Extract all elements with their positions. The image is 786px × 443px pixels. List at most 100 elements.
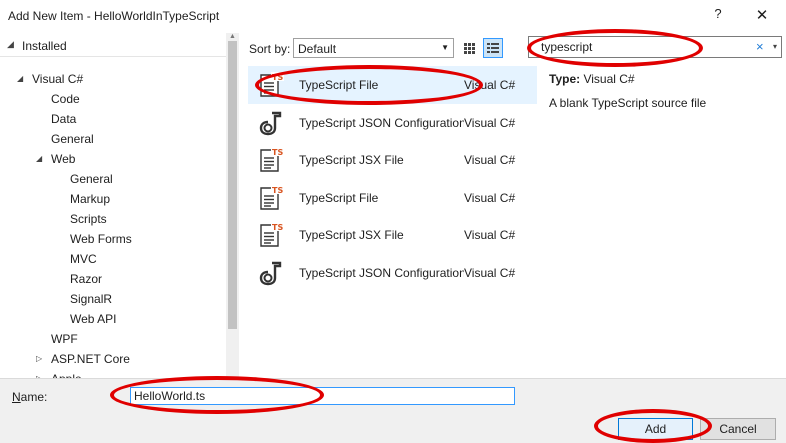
template-name: TypeScript File [299,190,379,205]
tree-item-label: Web Forms [70,232,132,246]
template-item[interactable]: TS TypeScript File Visual C# [248,66,537,104]
tree-item-label: Scripts [70,212,107,226]
template-item[interactable]: TypeScript JSON Configuration FileVisual… [248,254,537,292]
name-label: Name: [12,390,47,404]
panel-divider [239,33,247,378]
tree-item[interactable]: Code [51,89,80,109]
json-config-icon [258,260,284,286]
tree-item[interactable]: ◢ Visual C# [17,69,84,89]
tree-item[interactable]: Scripts [70,209,107,229]
tree-item-label: General [70,172,113,186]
tree-item[interactable]: ▷Apple [36,369,82,378]
tree-item-label: ASP.NET Core [51,352,130,366]
tree-item[interactable]: Markup [70,189,110,209]
tree-item[interactable]: Razor [70,269,102,289]
name-field-value: HelloWorld.ts [134,389,206,403]
add-button[interactable]: Add [618,418,693,440]
window-title: Add New Item - HelloWorldInTypeScript [8,9,220,23]
name-label-accesskey: N [12,390,21,404]
installed-header[interactable]: ◢ Installed [0,33,226,57]
sort-bar: Sort by: Default ▼ [247,36,537,60]
close-button[interactable]: ✕ [744,4,780,28]
collapse-arrow-icon[interactable]: ◢ [7,39,14,50]
tree-item-label: Razor [70,272,103,286]
scroll-up-icon[interactable]: ▲ [226,33,239,41]
sort-value: Default [298,42,337,56]
template-list: TS TypeScript File Visual C# TypeScript JSO… [247,63,537,378]
title-bar: Add New Item - HelloWorldInTypeScript ? … [0,0,786,32]
collapsed-arrow-icon[interactable]: ▷ [36,369,42,378]
expanded-arrow-icon[interactable]: ◢ [36,149,42,169]
tree-scroll-thumb[interactable] [228,41,237,329]
tree-item-label: General [51,132,94,146]
tree-item-label: Web API [70,312,117,326]
tree-item[interactable]: General [51,129,94,149]
grid-view-icon [464,43,475,54]
tree-item-label: Code [51,92,80,106]
type-info: Type: Visual C# [549,72,635,86]
tree-item[interactable]: ▷ ASP.NET Core [36,349,130,369]
svg-text:TS: TS [272,186,283,195]
template-name: TypeScript JSX File [299,228,404,242]
typescript-file-icon: TS [258,147,284,173]
template-language: Visual C# [464,228,516,242]
tree-item-label: Data [51,112,77,126]
list-view-icon [487,43,499,53]
tree-item[interactable]: MVC [70,249,97,269]
template-name: TypeScript JSON Configuration File [299,115,464,130]
template-item[interactable]: TS TypeScript JSX File Visual C# [248,216,537,254]
tree-item-label: Visual C# [32,72,84,86]
list-view-button[interactable] [483,38,503,58]
sort-select[interactable]: Default ▼ [293,38,454,58]
template-tree: ◢ Installed ◢ Visual C# Code Data General ◢ We… [0,33,239,378]
template-name: TypeScript File [299,78,379,92]
template-name: TypeScript JSX File [299,153,404,167]
tree-item-label: MVC [70,252,97,266]
tree-item[interactable]: General [70,169,113,189]
template-language: Visual C# [464,153,516,167]
svg-text:TS: TS [272,223,283,232]
template-item[interactable]: TypeScript JSON Configuration FileVisual… [248,104,537,142]
tree-item[interactable]: Data [51,109,76,129]
cancel-button[interactable]: Cancel [700,418,776,440]
json-config-icon [258,110,284,136]
type-label: Type: [549,72,581,86]
tree-item[interactable]: Web Forms [70,229,132,249]
tree-item-label: Web [51,152,76,166]
expanded-arrow-icon[interactable]: ◢ [17,69,23,89]
tree-item[interactable]: ◢ Web [36,149,76,169]
chevron-down-icon: ▼ [441,43,449,52]
template-name: TypeScript JSON Configuration File [299,265,464,280]
type-value: Visual C# [583,72,635,86]
template-description: A blank TypeScript source file [549,96,707,110]
tree-scrollbar[interactable]: ▲ [226,33,239,378]
search-value: typescript [541,40,593,54]
tree-item-label: Markup [70,192,111,206]
template-language: Visual C# [464,115,516,130]
clear-search-icon[interactable]: × [756,39,764,54]
typescript-file-icon: TS [258,222,284,248]
typescript-file-icon: TS [258,184,284,211]
template-language: Visual C# [464,265,516,280]
search-options-icon[interactable]: ▾ [773,42,777,51]
tree-item[interactable]: Web API [70,309,116,329]
template-item[interactable]: TS TypeScript JSX File Visual C# [248,141,537,179]
template-language: Visual C# [464,190,516,205]
sort-label: Sort by: [249,42,291,56]
tree-item[interactable]: WPF [51,329,78,349]
tree-item-label: SignalR [70,292,113,306]
svg-text:TS: TS [272,148,283,157]
template-language: Visual C# [464,78,516,92]
tree-item-label: WPF [51,332,78,346]
search-input[interactable]: typescript × ▾ [528,36,782,58]
grid-view-button[interactable] [459,38,479,58]
typescript-file-icon: TS [258,72,284,98]
name-field[interactable]: HelloWorld.ts [130,387,515,405]
tree-item[interactable]: SignalR [70,289,112,309]
help-button[interactable]: ? [708,6,728,26]
template-item[interactable]: TS TypeScript File Visual C# [248,179,537,217]
name-label-text: ame: [20,390,48,404]
collapsed-arrow-icon[interactable]: ▷ [36,349,42,369]
svg-text:TS: TS [272,73,283,82]
installed-label: Installed [22,39,67,53]
